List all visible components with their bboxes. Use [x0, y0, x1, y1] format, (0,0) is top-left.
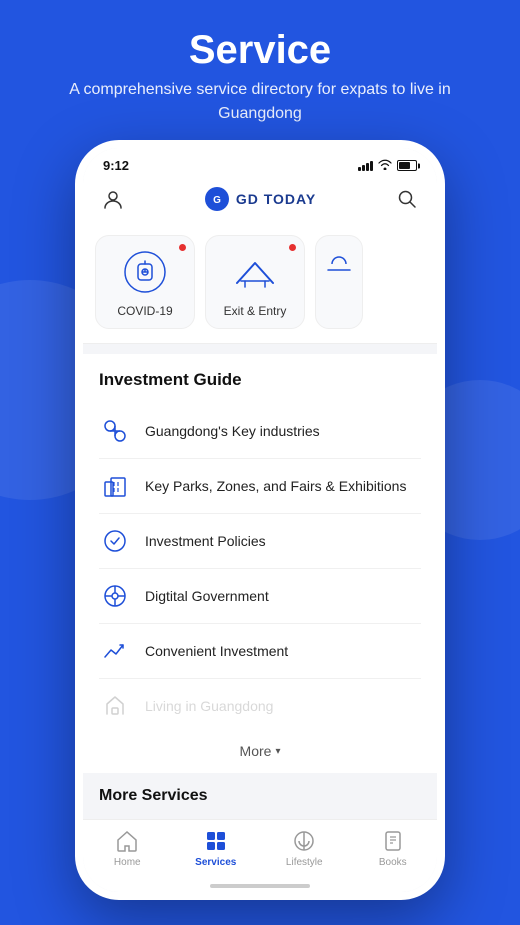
key-industries-icon [99, 415, 131, 447]
page-header: Service A comprehensive service director… [0, 0, 520, 144]
logo-text: GD TODAY [236, 191, 316, 207]
exit-entry-icon [231, 248, 279, 296]
exit-entry-label: Exit & Entry [224, 304, 287, 318]
home-nav-label: Home [114, 857, 141, 868]
investment-item-convenient[interactable]: Convenient Investment [99, 624, 421, 679]
service-cards-row: COVID-19 Exit & Entry [95, 235, 425, 329]
app-logo: G GD TODAY [204, 186, 316, 212]
convenient-investment-icon [99, 635, 131, 667]
phone-content: 9:12 [83, 148, 437, 892]
app-header: G GD TODAY [83, 177, 437, 225]
investment-section: Investment Guide Guangdong's Key industr… [83, 354, 437, 733]
home-indicator-bar [210, 884, 310, 888]
investment-section-title: Investment Guide [99, 370, 421, 390]
bottom-nav: Home Services [83, 819, 437, 880]
nav-item-lifestyle[interactable]: Lifestyle [260, 828, 349, 868]
key-parks-label: Key Parks, Zones, and Fairs & Exhibition… [145, 477, 406, 496]
notification-dot [289, 244, 296, 251]
services-nav-icon [203, 828, 229, 854]
phone-mockup: 9:12 [75, 140, 445, 900]
signal-icon [358, 161, 373, 171]
key-industries-label: Guangdong's Key industries [145, 422, 320, 441]
covid-icon [121, 248, 169, 296]
svg-text:G: G [213, 195, 221, 206]
investment-item-living[interactable]: Living in Guangdong [99, 679, 421, 733]
weather-icon-partial [323, 248, 355, 280]
service-card-weather-partial[interactable] [315, 235, 363, 329]
service-cards-section: COVID-19 Exit & Entry [83, 225, 437, 344]
service-card-exit-entry[interactable]: Exit & Entry [205, 235, 305, 329]
investment-item-investment-policies[interactable]: Investment Policies [99, 514, 421, 569]
status-time: 9:12 [103, 158, 129, 173]
investment-policies-label: Investment Policies [145, 532, 266, 551]
services-nav-label: Services [195, 857, 236, 868]
lifestyle-nav-icon [291, 828, 317, 854]
notification-dot [179, 244, 186, 251]
digital-gov-icon [99, 580, 131, 612]
investment-item-key-parks[interactable]: Key Parks, Zones, and Fairs & Exhibition… [99, 459, 421, 514]
books-nav-icon [380, 828, 406, 854]
investment-item-key-industries[interactable]: Guangdong's Key industries [99, 404, 421, 459]
nav-item-home[interactable]: Home [83, 828, 172, 868]
search-icon[interactable] [393, 185, 421, 213]
more-services-title: More Services [99, 787, 421, 805]
service-card-covid[interactable]: COVID-19 [95, 235, 195, 329]
convenient-investment-label: Convenient Investment [145, 642, 288, 661]
more-services-section: More Services [83, 773, 437, 819]
lifestyle-nav-label: Lifestyle [286, 857, 323, 868]
wifi-icon [378, 159, 392, 173]
status-icons [358, 159, 417, 173]
living-guangdong-icon [99, 690, 131, 722]
covid-label: COVID-19 [117, 304, 172, 318]
status-bar: 9:12 [83, 148, 437, 177]
more-button-text: More [240, 743, 272, 759]
home-nav-icon [114, 828, 140, 854]
page-title: Service [40, 28, 480, 72]
nav-item-services[interactable]: Services [172, 828, 261, 868]
key-parks-icon [99, 470, 131, 502]
page-subtitle: A comprehensive service directory for ex… [40, 78, 480, 126]
investment-policies-icon [99, 525, 131, 557]
digital-gov-label: Digtital Government [145, 587, 269, 606]
nav-item-books[interactable]: Books [349, 828, 438, 868]
investment-item-digital-gov[interactable]: Digtital Government [99, 569, 421, 624]
more-chevron-icon: ▾ [275, 746, 280, 757]
investment-list: Guangdong's Key industries [99, 404, 421, 733]
more-button-row[interactable]: More ▾ [83, 733, 437, 773]
books-nav-label: Books [379, 857, 407, 868]
home-indicator [83, 880, 437, 892]
living-guangdong-label: Living in Guangdong [145, 697, 273, 716]
user-icon[interactable] [99, 185, 127, 213]
battery-icon [397, 160, 417, 171]
